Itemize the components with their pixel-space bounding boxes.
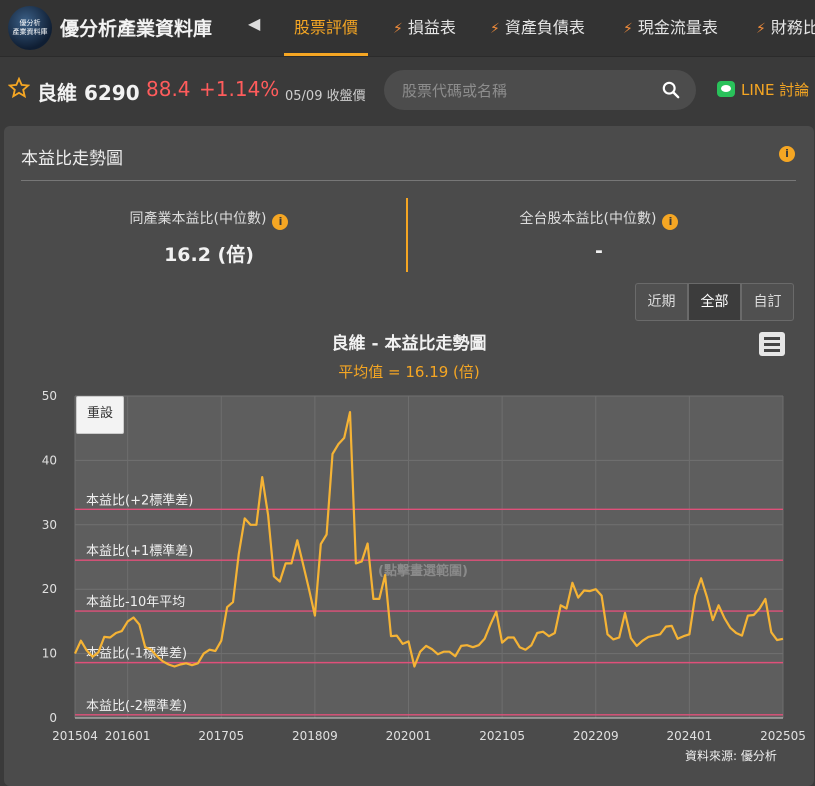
top-navbar: 優分析 產業資料庫 優分析產業資料庫 ◀ 股票評價 ⚡ 損益表 ⚡ 資產負債表 ⚡ 現… xyxy=(0,0,815,57)
x-tick-label: 202001 xyxy=(386,729,432,743)
band-label: 本益比(+2標準差) xyxy=(86,492,193,508)
close-date: 05/09 收盤價 xyxy=(285,89,366,104)
line-link-label: LINE 討論 xyxy=(741,81,810,99)
y-tick-label: 10 xyxy=(42,647,57,661)
bolt-icon: ⚡ xyxy=(393,21,403,37)
x-tick-label: 201504 xyxy=(52,729,98,743)
stock-price: 88.4 xyxy=(146,77,191,101)
tab-label: 財務比 xyxy=(770,18,815,37)
y-tick-label: 20 xyxy=(42,582,57,596)
logo-text-2: 產業資料庫 xyxy=(12,28,48,36)
tab-label: 股票評價 xyxy=(294,18,359,37)
x-tick-label: 202401 xyxy=(666,729,712,743)
bolt-icon: ⚡ xyxy=(623,21,633,37)
tab-financial-ratio[interactable]: ⚡ 財務比 xyxy=(756,14,815,56)
logo-text-1: 優分析 xyxy=(19,19,41,27)
pe-trend-card: 本益比走勢圖 i 同產業本益比(中位數) i 16.2 (倍) 全台股本益比(中位… xyxy=(4,126,814,786)
tab-cash-flow[interactable]: ⚡ 現金流量表 xyxy=(623,14,718,56)
reset-zoom-button[interactable]: 重設 xyxy=(76,396,124,434)
x-tick-label: 201809 xyxy=(292,729,338,743)
bolt-icon: ⚡ xyxy=(756,21,766,37)
stock-header: 良維 6290 88.4 +1.14% 05/09 收盤價 LINE 討論 xyxy=(0,57,815,123)
pe-line-chart[interactable]: 0 10 20 30 40 50 201504 201601 201705 201809 20200… xyxy=(4,126,814,766)
tab-balance-sheet[interactable]: ⚡ 資產負債表 xyxy=(490,14,585,56)
nav-scroll-left-icon[interactable]: ◀ xyxy=(248,14,260,33)
y-tick-label: 40 xyxy=(42,453,57,467)
x-tick-label: 201705 xyxy=(198,729,244,743)
x-tick-label: 202505 xyxy=(760,729,806,743)
bolt-icon: ⚡ xyxy=(490,21,500,37)
brand-logo[interactable]: 優分析 產業資料庫 xyxy=(8,6,52,50)
data-source: 資料來源: 優分析 xyxy=(685,749,777,763)
search-input[interactable] xyxy=(400,70,654,112)
tab-label: 現金流量表 xyxy=(637,18,718,37)
band-label: 本益比-10年平均 xyxy=(86,595,185,610)
star-icon[interactable] xyxy=(8,77,30,99)
line-discussion-link[interactable]: LINE 討論 xyxy=(717,79,809,100)
tab-income-statement[interactable]: ⚡ 損益表 xyxy=(393,14,456,56)
search-icon[interactable] xyxy=(662,81,680,99)
tab-stock-valuation[interactable]: 股票評價 xyxy=(283,14,369,56)
stock-change: +1.14% xyxy=(199,77,280,101)
x-tick-label: 201601 xyxy=(105,729,151,743)
x-tick-label: 202209 xyxy=(573,729,619,743)
y-tick-label: 30 xyxy=(42,518,57,532)
tab-label: 損益表 xyxy=(407,18,456,37)
chart-hint-text: (點擊畫選範圍) xyxy=(378,563,468,579)
line-icon xyxy=(717,81,735,97)
y-tick-label: 50 xyxy=(42,389,57,403)
x-tick-label: 202105 xyxy=(479,729,525,743)
y-tick-label: 0 xyxy=(49,711,57,725)
search-box xyxy=(384,70,696,112)
band-label: 本益比(+1標準差) xyxy=(86,543,193,559)
tab-label: 資產負債表 xyxy=(504,18,585,37)
stock-name: 良維 6290 xyxy=(37,81,140,105)
band-label: 本益比(-2標準差) xyxy=(86,698,187,714)
brand-name[interactable]: 優分析產業資料庫 xyxy=(60,14,212,41)
